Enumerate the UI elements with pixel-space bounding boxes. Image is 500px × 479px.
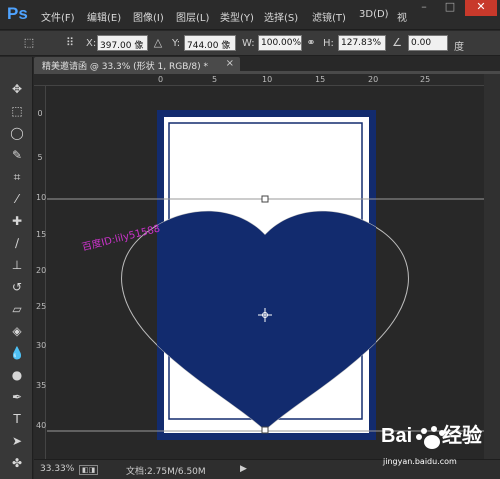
ruler-tick: 40 — [36, 421, 47, 430]
link-icon[interactable]: ⚭ — [304, 36, 318, 50]
svg-text:经验: 经验 — [442, 423, 482, 447]
menu-image[interactable]: 图像(I) — [133, 9, 164, 24]
ruler-tick: 10 — [36, 193, 47, 202]
canvas-area[interactable]: 百度ID:lily51588 — [47, 87, 484, 459]
lasso-tool-icon[interactable]: ◯ — [9, 125, 25, 141]
jingyan-url: jingyan.baidu.com — [383, 457, 457, 466]
ruler-tick: 25 — [36, 302, 47, 311]
close-window-button[interactable]: ✕ — [465, 0, 497, 16]
angle-unit: 度 — [454, 42, 464, 53]
y-field[interactable]: 744.00 像 — [184, 35, 236, 51]
menu-view[interactable]: 视 — [397, 9, 407, 24]
ruler-tick: 15 — [315, 75, 326, 84]
ruler-tick: 25 — [420, 75, 431, 84]
ruler-tick: 15 — [36, 230, 47, 239]
zoom-level[interactable]: 33.33% — [40, 464, 74, 474]
menu-layer[interactable]: 图层(L) — [176, 9, 209, 24]
canvas-drawing — [47, 110, 484, 440]
eraser-tool-icon[interactable]: ▱ — [9, 301, 25, 317]
angle-field[interactable]: 0.00 — [408, 35, 448, 51]
minimize-button[interactable]: – — [412, 0, 436, 16]
width-field[interactable]: 100.00% — [258, 35, 302, 51]
transform-tool-icon[interactable]: ⬚ — [22, 36, 36, 50]
move-tool-icon[interactable]: ✥ — [9, 81, 25, 97]
tools-panel: ✥ ⬚ ◯ ✎ ⌗ ⁄ ✚ ∕ ⊥ ↺ ▱ ◈ 💧 ● ✒ T ➤ ✤ — [0, 57, 33, 479]
transform-handle-top[interactable] — [261, 195, 269, 203]
x-label: X: — [86, 38, 97, 49]
history-brush-tool-icon[interactable]: ↺ — [9, 279, 25, 295]
blur-tool-icon[interactable]: 💧 — [9, 345, 25, 361]
custom-shape-tool-icon[interactable]: ✤ — [9, 455, 25, 471]
options-bar: ⬚ ⠿ X: 397.00 像 △ Y: 744.00 像 W: 100.00%… — [0, 31, 500, 56]
status-menu-arrow[interactable]: ▶ — [240, 464, 247, 474]
w-label: W: — [242, 38, 255, 49]
close-tab-icon[interactable]: × — [226, 58, 234, 69]
height-field[interactable]: 127.83% — [338, 35, 386, 51]
vertical-scrollbar[interactable] — [484, 74, 500, 459]
photoshop-logo: Ps — [7, 4, 28, 23]
menu-type[interactable]: 类型(Y) — [220, 9, 254, 24]
baidu-jingyan-watermark: Bai 经验 jingyan.baidu.com — [379, 418, 497, 476]
quick-select-tool-icon[interactable]: ✎ — [9, 147, 25, 163]
x-field[interactable]: 397.00 像 — [97, 35, 148, 51]
ruler-tick: 35 — [36, 381, 47, 390]
ruler-tick: 0 — [158, 75, 164, 84]
marquee-tool-icon[interactable]: ⬚ — [9, 103, 25, 119]
svg-text:Bai: Bai — [381, 425, 412, 447]
h-label: H: — [323, 38, 334, 49]
document-tab[interactable]: 精美邀请函 @ 33.3% (形状 1, RGB/8) * × — [34, 57, 240, 72]
stamp-tool-icon[interactable]: ⊥ — [9, 257, 25, 273]
reference-point-icon[interactable]: ⠿ — [63, 36, 77, 50]
ruler-horizontal[interactable]: 0 5 10 15 20 25 — [34, 74, 484, 86]
menu-edit[interactable]: 编辑(E) — [87, 9, 121, 24]
menu-3d[interactable]: 3D(D) — [359, 9, 389, 20]
type-tool-icon[interactable]: T — [9, 411, 25, 427]
maximize-button[interactable]: □ — [438, 0, 462, 16]
eyedropper-tool-icon[interactable]: ⁄ — [9, 191, 25, 207]
ruler-vertical[interactable]: 0 5 10 15 20 25 30 35 40 — [34, 86, 46, 459]
healing-brush-tool-icon[interactable]: ✚ — [9, 213, 25, 229]
paint-bucket-tool-icon[interactable]: ◈ — [9, 323, 25, 339]
document-info: 文档:2.75M/6.50M — [126, 467, 206, 477]
ruler-tick: 20 — [368, 75, 379, 84]
ruler-tick: 10 — [262, 75, 273, 84]
angle-icon: ∠ — [392, 36, 402, 49]
baidu-logo: Bai 经验 — [381, 423, 482, 449]
transform-handle-bottom[interactable] — [261, 426, 269, 434]
ruler-tick: 0 — [37, 109, 43, 118]
brush-tool-icon[interactable]: ∕ — [9, 235, 25, 251]
delta-icon[interactable]: △ — [151, 36, 165, 50]
ruler-tick: 5 — [37, 153, 43, 162]
dodge-tool-icon[interactable]: ● — [9, 367, 25, 383]
y-label: Y: — [172, 38, 181, 49]
menu-file[interactable]: 文件(F) — [41, 9, 75, 24]
zoom-toggle-icon[interactable]: ◧◨ — [79, 465, 99, 475]
ruler-tick: 5 — [212, 75, 218, 84]
crop-tool-icon[interactable]: ⌗ — [9, 169, 25, 185]
ruler-tick: 20 — [36, 266, 47, 275]
path-select-tool-icon[interactable]: ➤ — [9, 433, 25, 449]
menu-select[interactable]: 选择(S) — [264, 9, 298, 24]
menu-bar: Ps 文件(F) 编辑(E) 图像(I) 图层(L) 类型(Y) 选择(S) 滤… — [0, 0, 500, 30]
ruler-tick: 30 — [36, 341, 47, 350]
menu-filter[interactable]: 滤镜(T) — [312, 9, 346, 24]
pen-tool-icon[interactable]: ✒ — [9, 389, 25, 405]
